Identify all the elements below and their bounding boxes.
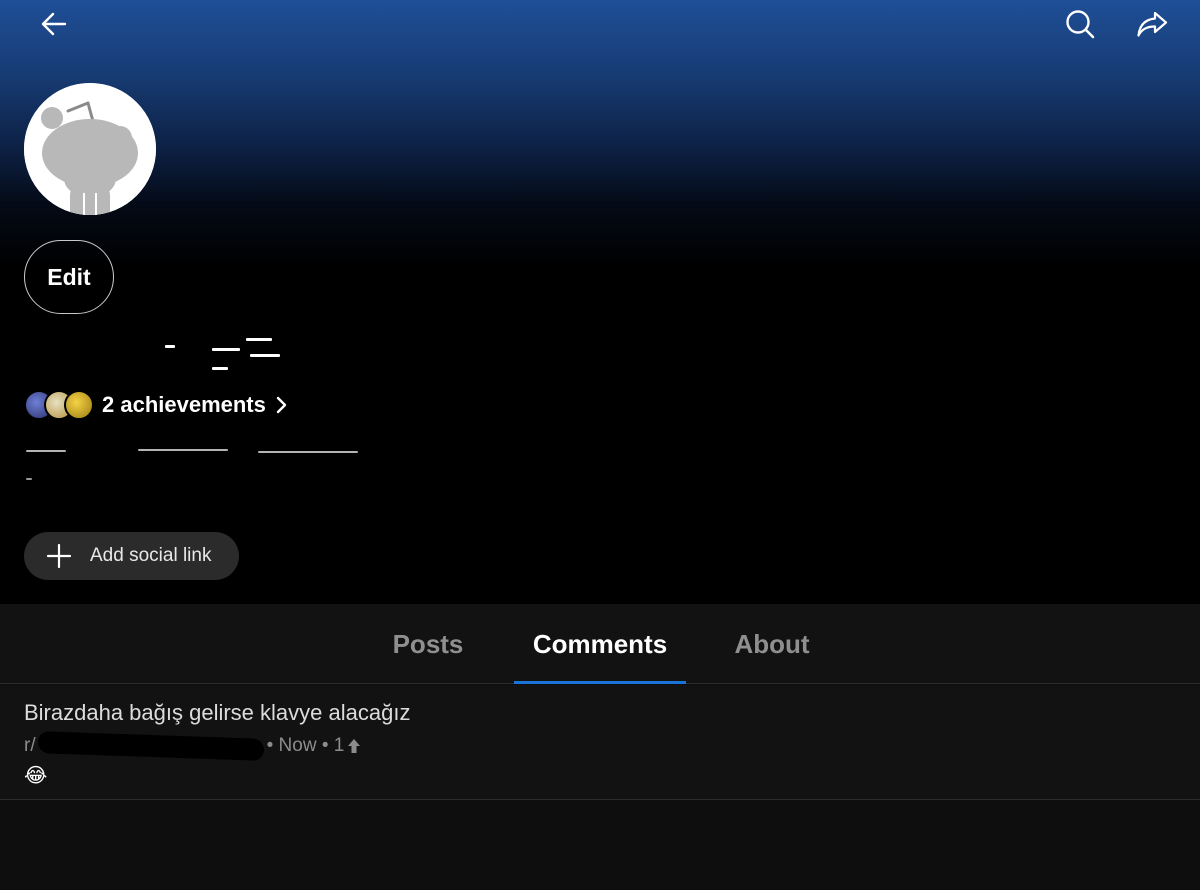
snoo-avatar-icon	[24, 83, 156, 215]
achievements-label: 2 achievements	[102, 392, 266, 417]
redacted-bio	[26, 478, 32, 480]
avatar[interactable]	[24, 83, 156, 215]
tab-about[interactable]: About	[712, 604, 832, 684]
comment-meta: r/ • Now • 1	[24, 731, 361, 761]
chevron-right-icon	[274, 395, 288, 415]
tab-posts[interactable]: Posts	[370, 604, 486, 684]
profile-tabs: Posts Comments About	[0, 604, 1200, 684]
edit-profile-button[interactable]: Edit	[24, 240, 114, 314]
redacted-username	[212, 348, 240, 351]
profile-page: Edit 2 achievements Add social link Post…	[0, 0, 1200, 890]
redacted-username	[212, 367, 228, 370]
active-tab-indicator	[514, 681, 686, 684]
plus-icon	[46, 543, 72, 569]
add-social-link-label: Add social link	[90, 545, 212, 566]
redacted-username	[250, 354, 280, 357]
redacted-bio	[26, 450, 66, 452]
redacted-username	[246, 338, 272, 341]
redacted-bio	[138, 449, 228, 451]
comment-time-score: • Now • 1	[266, 735, 345, 756]
subreddit-prefix: r/	[24, 735, 36, 756]
upvote-arrow-icon	[347, 738, 361, 754]
share-arrow-icon	[1137, 11, 1168, 37]
redacted-bio	[258, 451, 358, 453]
add-social-link-button[interactable]: Add social link	[24, 532, 239, 580]
feed-empty-area	[0, 801, 1200, 890]
comment-emoji: 😂	[24, 765, 48, 787]
tab-comments[interactable]: Comments	[514, 604, 686, 684]
redacted-username	[165, 345, 175, 348]
search-button[interactable]	[1056, 0, 1104, 48]
back-button[interactable]	[30, 0, 78, 48]
share-button[interactable]	[1128, 0, 1176, 48]
achievements-link[interactable]: 2 achievements	[24, 386, 288, 424]
comment-list-item[interactable]: Birazdaha bağış gelirse klavye alacağız …	[0, 685, 1200, 800]
comment-title: Birazdaha bağış gelirse klavye alacağız	[24, 700, 411, 725]
profile-header-banner	[0, 0, 1200, 604]
redacted-subreddit	[37, 731, 264, 761]
achievement-badge-icon	[64, 390, 94, 420]
search-icon	[1066, 10, 1095, 39]
arrow-left-icon	[41, 12, 67, 36]
achievement-badges	[24, 388, 96, 422]
